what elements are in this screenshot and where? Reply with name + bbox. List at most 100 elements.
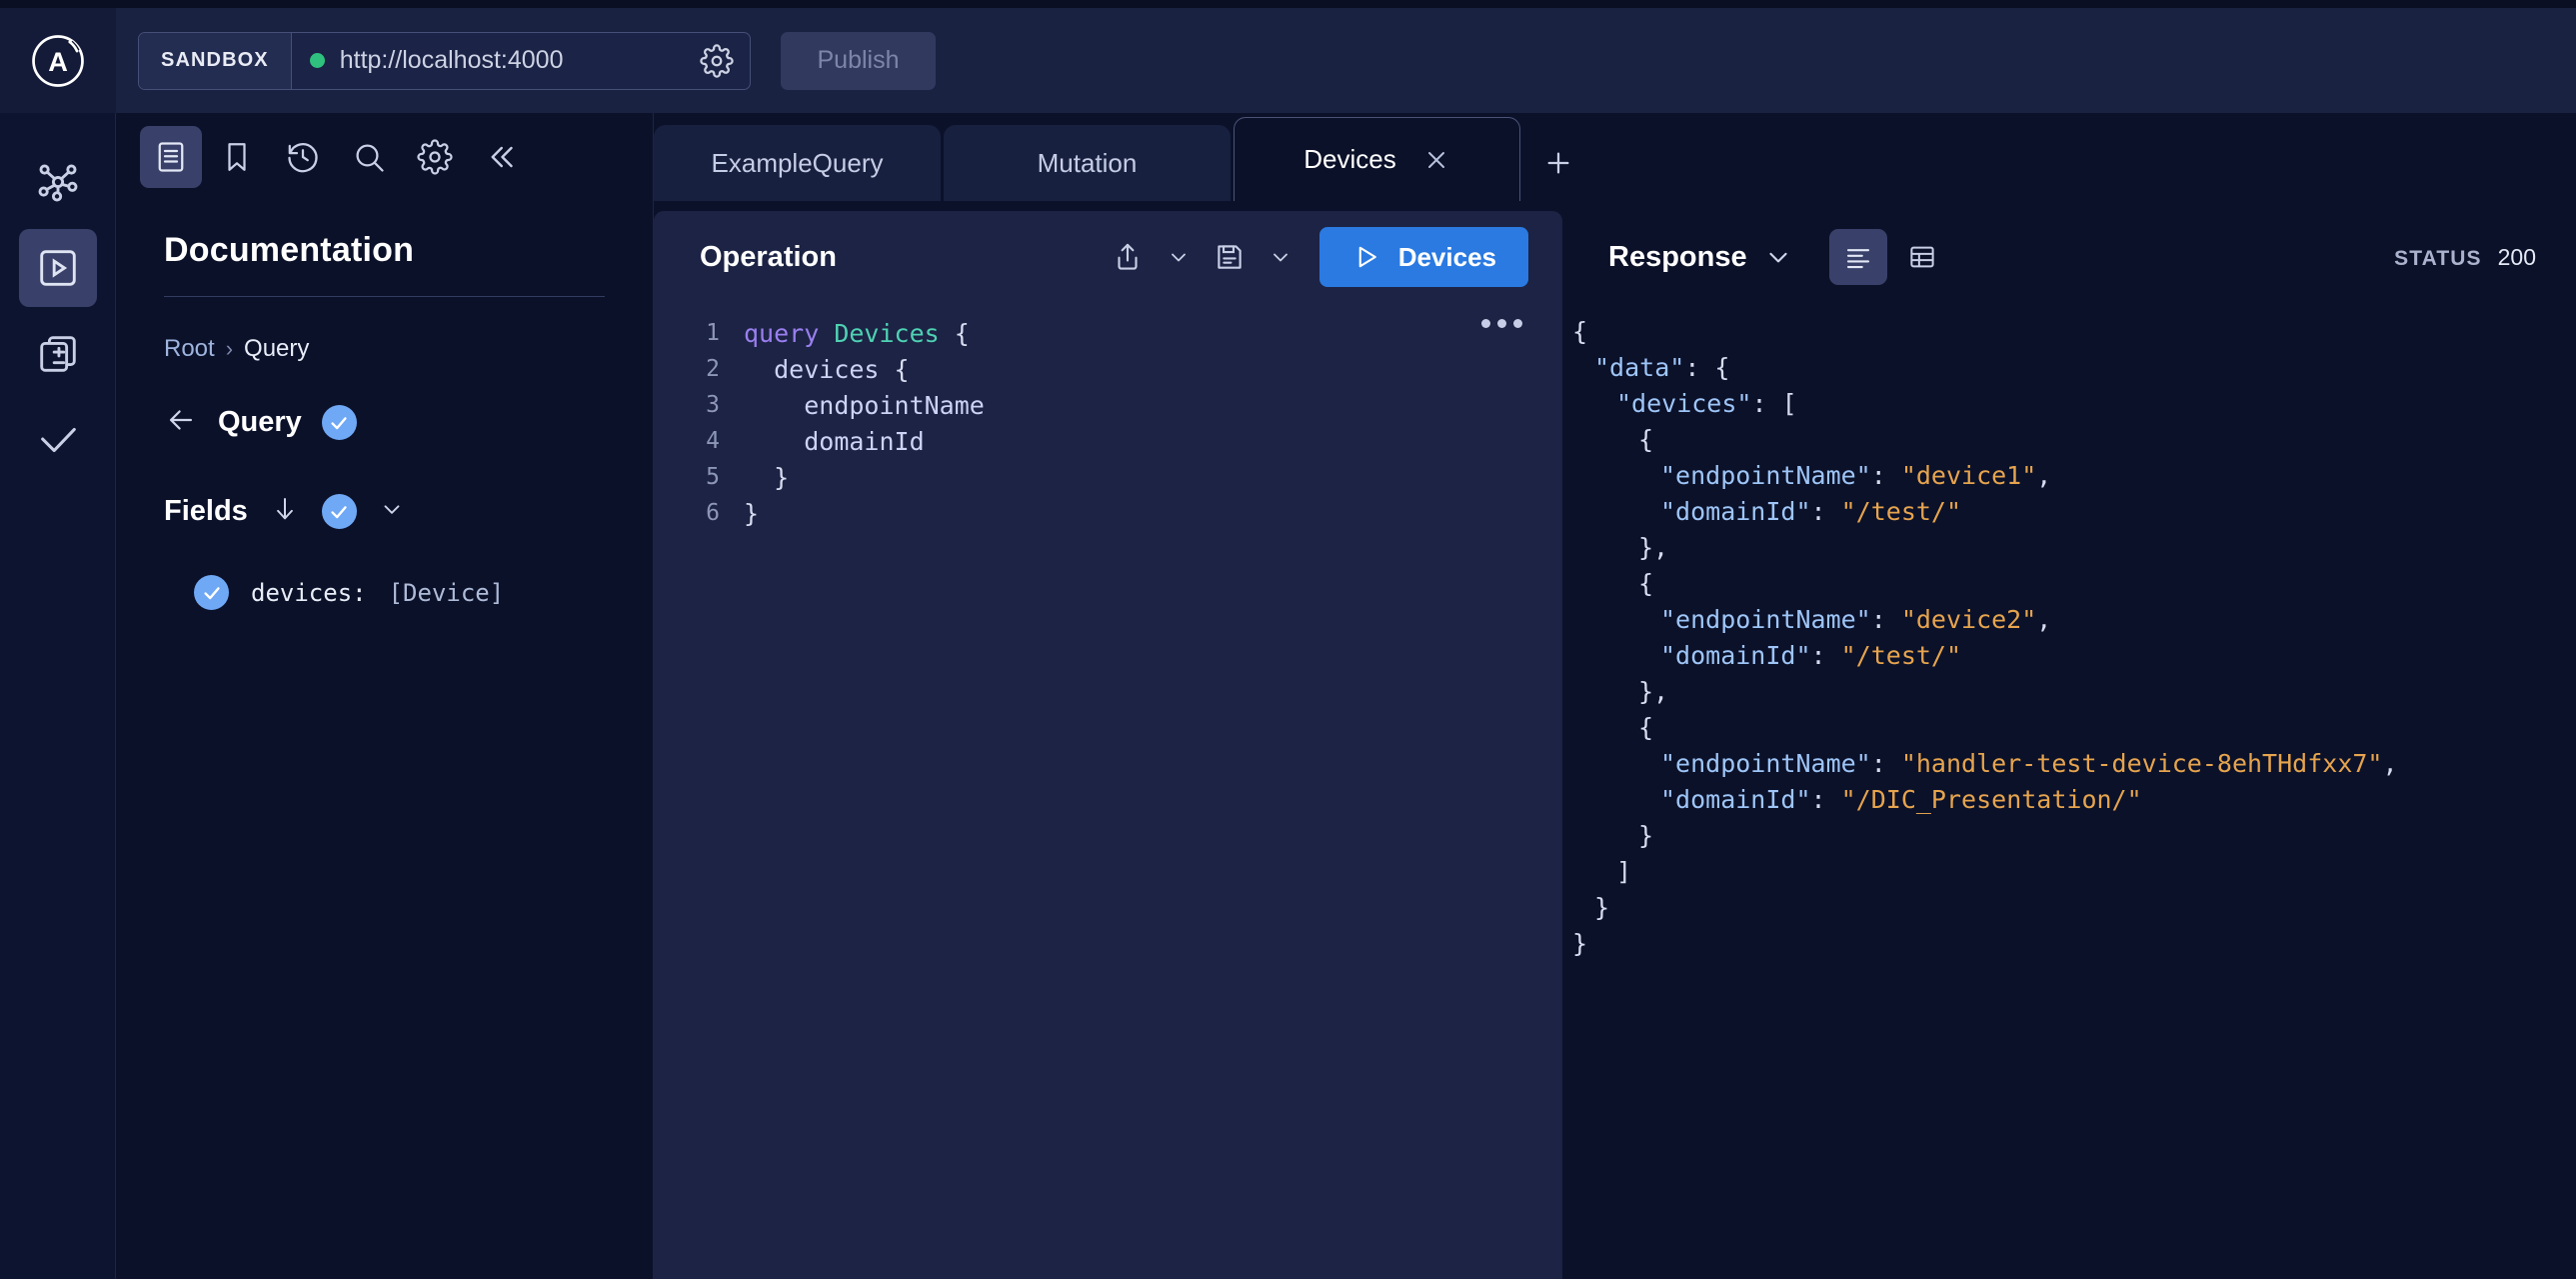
json-line: { [1638, 568, 1654, 598]
apollo-logo-cell[interactable]: A [0, 8, 116, 113]
rail-item-checks[interactable] [19, 401, 97, 479]
schema-diff-icon [39, 336, 76, 372]
field-selected-badge[interactable] [194, 575, 229, 610]
code-line[interactable]: 3 endpointName [654, 387, 1562, 423]
code-line[interactable]: 5 } [654, 459, 1562, 495]
code-line[interactable]: 1 query Devices { [654, 315, 1562, 351]
tab-devices[interactable]: Devices [1234, 117, 1520, 201]
apollo-logo: A [32, 34, 84, 87]
tab-close-button[interactable] [1422, 146, 1450, 174]
code-text: } [744, 498, 760, 528]
json-line: }, [1638, 676, 1669, 706]
tab-label: ExampleQuery [711, 147, 884, 178]
rail-item-graph[interactable] [19, 143, 97, 221]
json-line: "devices": [ [1616, 388, 1797, 418]
window-top-strip [0, 0, 2576, 8]
documentation-icon [158, 142, 184, 172]
back-button[interactable] [164, 403, 198, 442]
rail-item-schema-diff[interactable] [19, 315, 97, 393]
code-text: endpointName [804, 390, 985, 420]
publish-button[interactable]: Publish [781, 31, 936, 90]
app-header: A SANDBOX http://localhost:4000 Publish [0, 8, 2576, 113]
left-icon-rail [0, 113, 116, 1279]
response-dropdown-button[interactable] [1763, 242, 1793, 272]
fields-dropdown-button[interactable] [379, 496, 405, 527]
docs-divider [164, 296, 605, 297]
type-header-row: Query [164, 403, 605, 442]
chevron-down-icon [384, 505, 400, 514]
json-view-icon [1846, 249, 1869, 269]
new-tab-button[interactable] [1523, 125, 1593, 201]
check-icon [203, 586, 220, 599]
table-view-icon [1909, 246, 1934, 268]
line-number: 6 [706, 500, 720, 526]
fields-select-all-badge[interactable] [321, 494, 357, 529]
arrow-left-icon [169, 410, 193, 430]
breadcrumb-current[interactable]: Query [244, 335, 309, 363]
fields-sort-button[interactable] [270, 494, 300, 529]
share-icon [1118, 243, 1138, 270]
code-line[interactable]: 2 devices { [654, 351, 1562, 387]
editor-more-button[interactable] [1481, 319, 1522, 328]
endpoint-input-wrap[interactable]: http://localhost:4000 [292, 33, 700, 89]
connection-status-dot [309, 53, 325, 68]
code-text: devices { [774, 354, 910, 384]
code-line[interactable]: 4 domainId [654, 423, 1562, 459]
response-json-view-button[interactable] [1828, 229, 1887, 285]
docs-tab-saved-operations[interactable] [206, 126, 268, 188]
operation-actions: Devices [1102, 227, 1528, 287]
tab-bar: ExampleQuery Mutation Devices [654, 113, 2576, 201]
list-item[interactable]: devices: [Device] [164, 575, 605, 610]
save-button[interactable] [1204, 231, 1256, 283]
tab-examplequery[interactable]: ExampleQuery [654, 125, 941, 201]
query-editor[interactable]: 1 query Devices {2 devices {3 endpointNam… [654, 303, 1562, 531]
code-text: } [744, 462, 790, 492]
close-icon [1427, 151, 1444, 168]
line-number: 1 [706, 320, 720, 346]
fields-label: Fields [164, 495, 248, 527]
code-line[interactable]: 6} [654, 495, 1562, 531]
endpoint-url-input[interactable]: http://localhost:4000 [340, 46, 564, 75]
json-line: "endpointName": "handler-test-device-8eh… [1660, 748, 2398, 778]
fields-header-row: Fields [164, 494, 605, 529]
response-header: Response STATUS 200 [1562, 211, 2576, 303]
type-selected-badge[interactable] [321, 405, 357, 440]
checks-check-icon [40, 427, 76, 453]
breadcrumb-root[interactable]: Root [164, 335, 215, 363]
docs-tab-search[interactable] [338, 126, 400, 188]
docs-tab-documentation[interactable] [140, 126, 202, 188]
field-name: devices: [251, 578, 367, 607]
response-table-view-button[interactable] [1893, 229, 1951, 285]
json-line: } [1572, 928, 1588, 958]
response-json-body[interactable]: {"data": {"devices": [{"endpointName": "… [1562, 303, 2576, 961]
rail-item-explorer[interactable] [18, 229, 97, 307]
share-dropdown-button[interactable] [1160, 231, 1198, 283]
run-operation-label: Devices [1397, 241, 1496, 272]
docs-collapse-button[interactable] [470, 126, 532, 188]
graph-icon [38, 164, 77, 202]
save-floppy-icon [1218, 245, 1242, 269]
search-icon [356, 144, 384, 172]
breadcrumb: Root › Query [164, 335, 605, 363]
endpoint-settings-button[interactable] [700, 33, 750, 89]
bookmark-icon [228, 143, 246, 171]
tab-mutation[interactable]: Mutation [944, 125, 1231, 201]
json-line: { [1572, 316, 1588, 346]
json-line: "domainId": "/test/" [1660, 640, 1962, 670]
field-type: [Device] [388, 578, 505, 607]
run-operation-button[interactable]: Devices [1318, 227, 1528, 287]
code-text: domainId [804, 426, 925, 456]
explorer-play-icon [39, 250, 76, 286]
more-horizontal-icon [1513, 319, 1522, 328]
json-line: "endpointName": "device1", [1660, 460, 2052, 490]
response-panel: Response STATUS 200 {"data": {"devices" … [1562, 211, 2576, 1279]
check-icon [331, 416, 347, 429]
docs-tab-settings[interactable] [404, 126, 466, 188]
docs-tab-history[interactable] [272, 126, 334, 188]
share-button[interactable] [1102, 231, 1154, 283]
endpoint-bar[interactable]: SANDBOX http://localhost:4000 [138, 31, 751, 90]
svg-text:A: A [48, 45, 68, 76]
chevron-down-icon [1273, 253, 1288, 262]
save-dropdown-button[interactable] [1262, 231, 1299, 283]
tab-label: Devices [1303, 144, 1396, 174]
